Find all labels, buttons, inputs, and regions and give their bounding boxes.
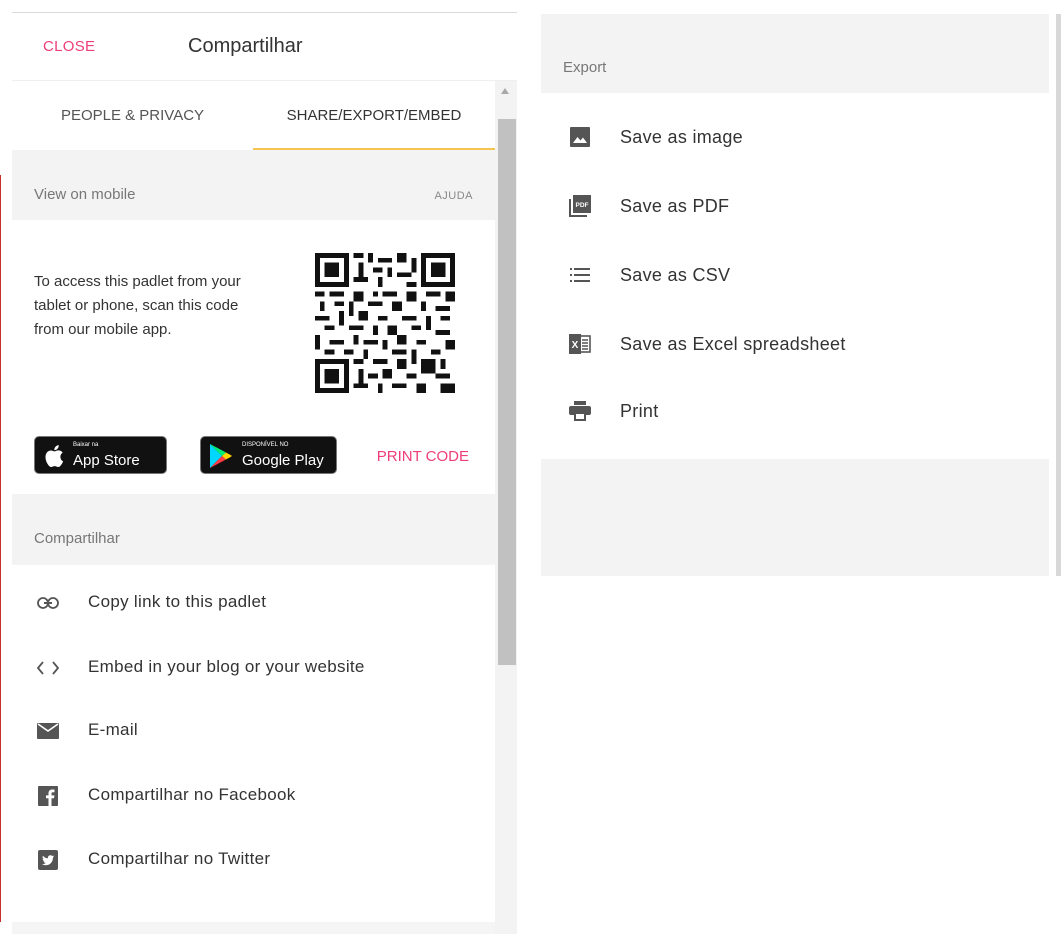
facebook-label: Compartilhar no Facebook: [88, 785, 296, 804]
panel-scrollbar[interactable]: [495, 81, 517, 934]
tab-bar: PEOPLE & PRIVACY SHARE/EXPORT/EMBED: [12, 81, 495, 150]
scroll-up-arrow[interactable]: [501, 88, 509, 94]
qr-code: [315, 253, 455, 393]
link-icon: [34, 589, 62, 617]
save-as-excel-label: Save as Excel spreadsheet: [620, 334, 846, 354]
panel-content: View on mobile AJUDA To access this padl…: [12, 150, 495, 934]
pdf-icon: PDF: [566, 192, 594, 220]
email-label: E-mail: [88, 720, 138, 739]
google-play-badge[interactable]: DISPONÍVEL NO Google Play: [200, 436, 337, 474]
save-as-pdf-row[interactable]: PDF Save as PDF: [541, 172, 1049, 241]
print-code-button[interactable]: PRINT CODE: [377, 448, 469, 465]
tab-share-export-embed[interactable]: SHARE/EXPORT/EMBED: [253, 81, 495, 150]
twitter-icon: [34, 846, 62, 874]
google-play-big-text: Google Play: [242, 452, 324, 469]
share-panel: CLOSE Compartilhar PEOPLE & PRIVACY SHAR…: [12, 12, 517, 934]
image-icon: [566, 123, 594, 151]
save-as-image-row[interactable]: Save as image: [541, 103, 1049, 172]
mobile-description: To access this padlet from your tablet o…: [34, 273, 241, 338]
twitter-label: Compartilhar no Twitter: [88, 849, 271, 868]
twitter-row[interactable]: Compartilhar no Twitter: [12, 827, 495, 892]
share-list: Copy link to this padlet Embed in your b…: [12, 565, 495, 922]
export-list: Save as image PDF Save as PDF Save as CS…: [541, 93, 1049, 459]
email-icon: [34, 717, 62, 745]
red-edge-line: [0, 175, 1, 922]
google-play-icon: [210, 444, 232, 468]
apple-icon: [45, 445, 64, 467]
close-button[interactable]: CLOSE: [43, 38, 95, 55]
scroll-thumb[interactable]: [498, 119, 516, 665]
app-store-small-text: Baixar na: [73, 442, 99, 448]
save-as-excel-row[interactable]: X Save as Excel spreadsheet: [541, 310, 1049, 379]
save-as-csv-label: Save as CSV: [620, 265, 731, 285]
print-label: Print: [620, 401, 659, 421]
export-section-header: Export: [541, 14, 1049, 93]
print-icon: [566, 397, 594, 425]
export-panel-scrollbar[interactable]: [1056, 14, 1061, 576]
save-as-image-label: Save as image: [620, 127, 743, 147]
svg-text:X: X: [572, 340, 579, 351]
export-section-label: Export: [563, 59, 607, 76]
save-as-pdf-label: Save as PDF: [620, 196, 730, 216]
print-row[interactable]: Print: [541, 377, 1049, 446]
export-panel: Export Save as image PDF Save as PDF Sav…: [541, 14, 1049, 576]
excel-icon: X: [566, 330, 594, 358]
panel-title: Compartilhar: [188, 35, 303, 57]
embed-row[interactable]: Embed in your blog or your website: [12, 635, 495, 700]
facebook-icon: [34, 782, 62, 810]
google-play-small-text: DISPONÍVEL NO: [242, 442, 289, 448]
copy-link-row[interactable]: Copy link to this padlet: [12, 570, 495, 635]
app-store-big-text: App Store: [73, 452, 140, 469]
mobile-box: To access this padlet from your tablet o…: [12, 220, 495, 494]
email-row[interactable]: E-mail: [12, 698, 495, 763]
mobile-section-header: View on mobile AJUDA: [12, 150, 495, 220]
share-section-header: Compartilhar: [12, 494, 495, 564]
svg-text:PDF: PDF: [576, 202, 589, 209]
mobile-section-label: View on mobile: [34, 186, 136, 203]
embed-label: Embed in your blog or your website: [88, 657, 365, 676]
share-section-label: Compartilhar: [34, 530, 120, 547]
save-as-csv-row[interactable]: Save as CSV: [541, 241, 1049, 310]
app-store-badge[interactable]: Baixar na App Store: [34, 436, 167, 474]
tab-people-privacy[interactable]: PEOPLE & PRIVACY: [12, 81, 253, 150]
help-link[interactable]: AJUDA: [434, 190, 473, 202]
copy-link-label: Copy link to this padlet: [88, 592, 267, 611]
code-icon: [34, 654, 62, 682]
list-icon: [566, 261, 594, 289]
panel-header: CLOSE Compartilhar: [12, 13, 517, 81]
facebook-row[interactable]: Compartilhar no Facebook: [12, 763, 495, 828]
